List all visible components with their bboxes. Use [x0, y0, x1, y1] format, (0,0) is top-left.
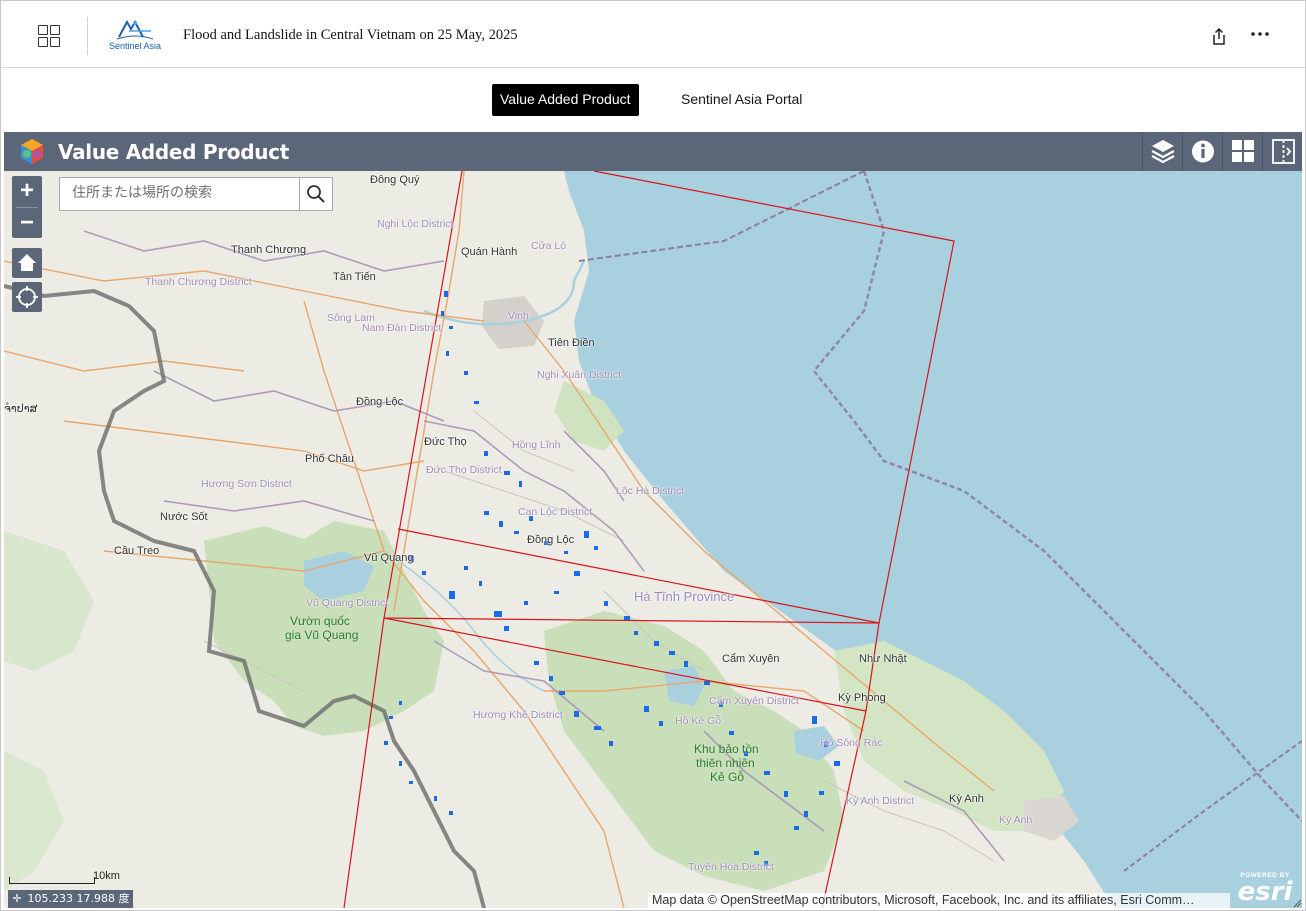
map-label: Nam Đàn District [362, 322, 442, 334]
tab-sentinel-asia-portal[interactable]: Sentinel Asia Portal [673, 84, 810, 116]
app-header: Sentinel Asia Flood and Landslide in Cen… [1, 1, 1305, 68]
map-label: Vinh [508, 310, 529, 322]
map-label: Nghi Xuân District [537, 369, 622, 381]
map-label: Nghi Lộc District [377, 218, 454, 230]
map-label: Cửa Lò [531, 240, 567, 252]
search-input[interactable] [60, 178, 298, 208]
map-label: Thanh Chương [231, 244, 307, 256]
map-label: Hồ Kẻ Gỗ [675, 715, 722, 727]
map-label: Vũ Quang District [306, 597, 389, 609]
apps-grid-icon[interactable] [38, 25, 62, 49]
map-label: Cẩm Xuyên District [709, 695, 799, 707]
map-label: Đồng Lộc [356, 396, 404, 408]
zoom-out-button[interactable]: − [12, 208, 42, 239]
info-icon[interactable] [1182, 132, 1223, 171]
map-header-bar: Value Added Product [4, 132, 1302, 171]
map-label: Vũ Quang [364, 552, 414, 564]
zoom-in-button[interactable]: + [12, 176, 42, 207]
home-icon[interactable] [12, 248, 42, 278]
map-title: Value Added Product [58, 140, 289, 164]
map-label: Kỳ Anh District [846, 795, 915, 807]
map-label: Hồ Sông Rác [820, 737, 883, 749]
map-label: Khu bảo tồn [694, 742, 759, 756]
search-widget [59, 177, 333, 211]
map-label: Đồng Lộc [527, 534, 575, 546]
app-logo-icon [17, 137, 47, 167]
map-label: gia Vũ Quang [285, 628, 359, 642]
map-label: thiên nhiên [696, 756, 755, 770]
scale-bar-label: 10km [93, 870, 120, 882]
map-label: Nước Sốt [160, 511, 208, 523]
map-label: Thanh Chương District [145, 276, 252, 288]
logo-text: Sentinel Asia [108, 41, 162, 51]
coordinate-readout[interactable]: ✛ 105.233 17.988 度 [8, 890, 134, 908]
map-label: Cẩm Xuyên [722, 653, 780, 665]
tab-value-added-product[interactable]: Value Added Product [492, 84, 639, 116]
scale-bar: 10km [9, 870, 129, 884]
share-icon[interactable] [1210, 27, 1228, 47]
esri-logo[interactable]: POWERED BY esri [1234, 872, 1296, 906]
map-label: Phố Châu [305, 453, 354, 465]
map-label: Can Lộc District [518, 506, 593, 518]
scale-bar-line [9, 877, 95, 884]
crosshair-icon: ✛ [12, 892, 22, 905]
split-view-icon[interactable] [1262, 132, 1303, 171]
map-label: Lộc Hà District [616, 485, 685, 497]
sentinel-asia-logo: Sentinel Asia [105, 19, 165, 55]
map-label: Kẻ Gỗ [710, 770, 745, 784]
map-label: Hương Khê District [473, 709, 563, 721]
map-label: Tiên Điền [548, 337, 595, 349]
header-divider [87, 17, 88, 55]
more-horizontal-icon[interactable] [1249, 27, 1271, 47]
map-label: Kỳ Anh [999, 814, 1033, 826]
map-label: Hương Sơn District [201, 478, 292, 490]
map-label: Tân Tiến [333, 271, 376, 283]
page-tabs: Value Added Product Sentinel Asia Portal [1, 68, 1305, 132]
esri-name: esri [1237, 877, 1293, 907]
map-label: Kỳ Anh [949, 793, 984, 805]
locate-icon[interactable] [12, 282, 42, 312]
resize-handle-icon[interactable] [1292, 898, 1302, 908]
map-view[interactable]: Đông Quý Nghi Lộc District Thanh Chương … [4, 171, 1302, 908]
map-label: ຈຳປາສ [4, 403, 38, 415]
zoom-control: + − [12, 176, 42, 238]
map-label: Đông Quý [370, 174, 420, 186]
app-title: Flood and Landslide in Central Vietnam o… [183, 27, 518, 43]
map-label: Vườn quốc [290, 614, 350, 628]
coordinate-value: 105.233 17.988 度 [27, 892, 130, 905]
layers-icon[interactable] [1142, 132, 1183, 171]
search-icon[interactable] [299, 178, 332, 210]
map-label: Quán Hành [461, 246, 518, 258]
map-label: Cầu Treo [114, 545, 160, 557]
map-label: Hồng Lĩnh [512, 439, 561, 451]
map-label: Tuyên Hóa District [688, 861, 774, 873]
map-label: Đức Thọ District [426, 464, 502, 476]
map-attribution[interactable]: Map data © OpenStreetMap contributors, M… [648, 893, 1230, 908]
map-label: Hà Tĩnh Province [634, 589, 735, 604]
map-label: Như Nhật [859, 653, 907, 665]
basemap-gallery-icon[interactable] [1222, 132, 1263, 171]
map-label: Đức Thọ [424, 436, 467, 448]
map-label: Kỳ Phong [838, 692, 886, 704]
